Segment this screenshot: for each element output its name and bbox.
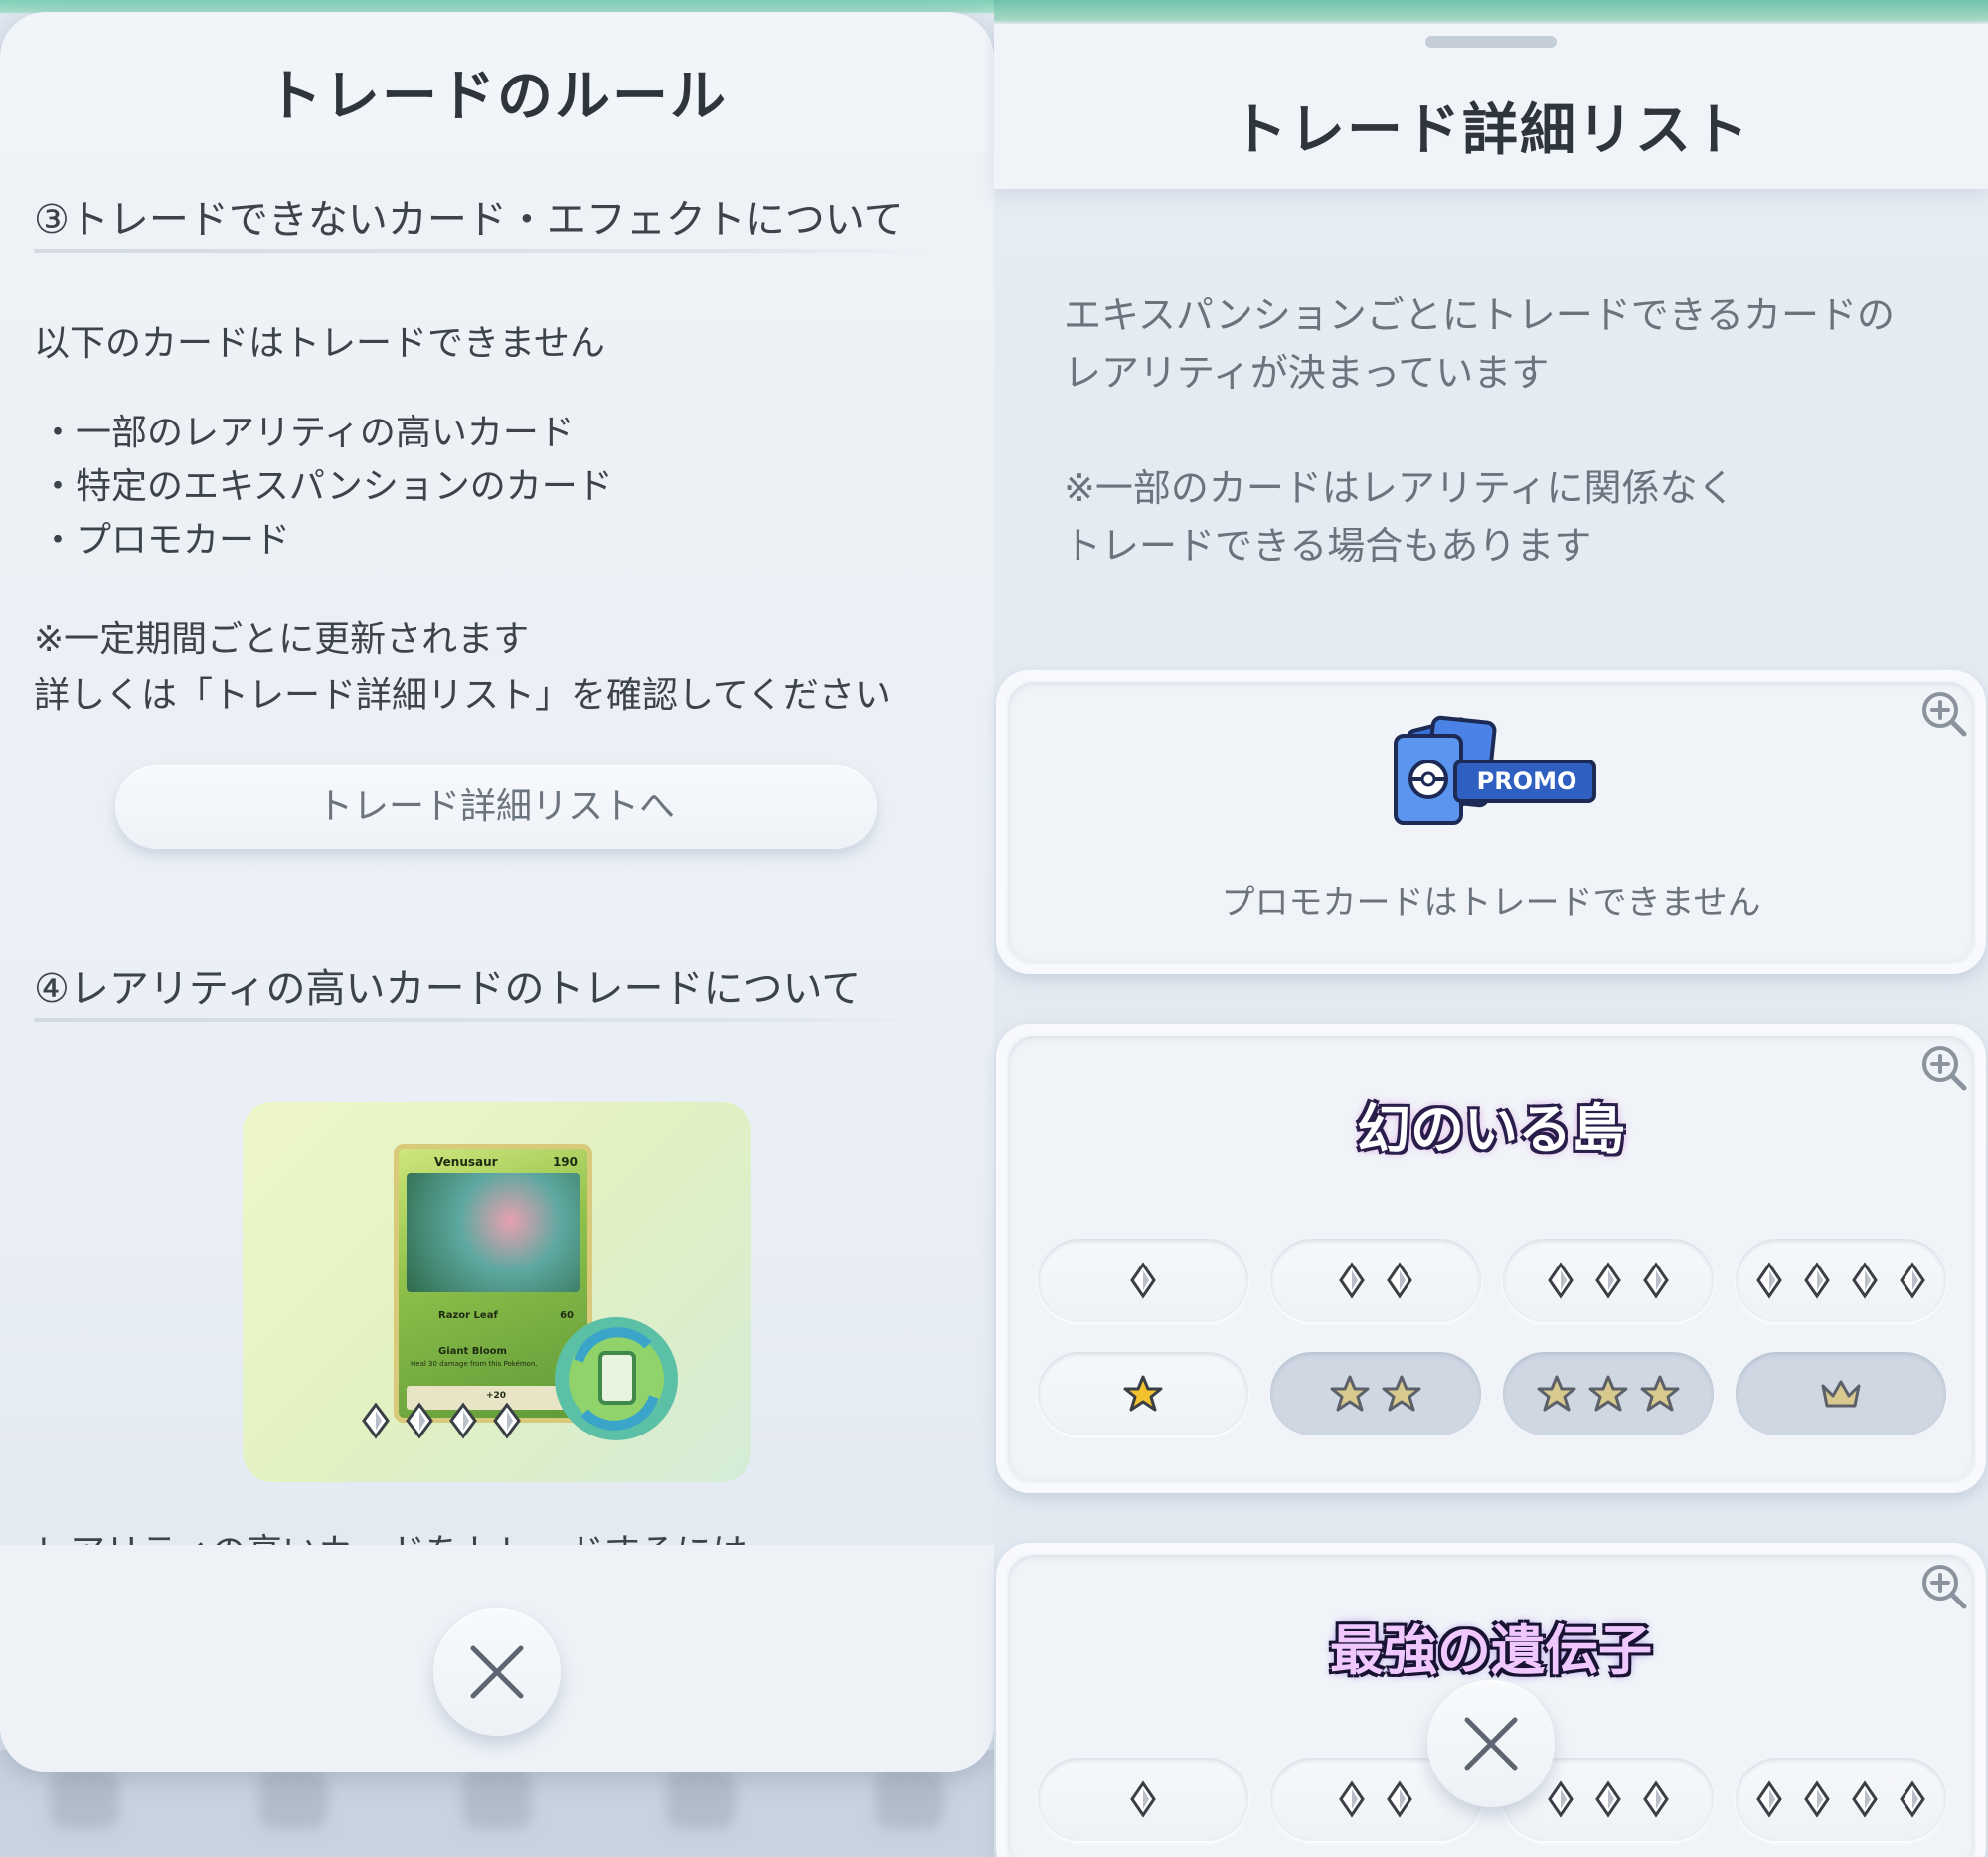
bullet-item: ・一部のレアリティの高いカード — [40, 413, 575, 453]
four-diamond-rarity — [354, 1401, 533, 1444]
card-bottom-damage: +20 — [486, 1391, 507, 1401]
diamond-icon — [1130, 1262, 1156, 1299]
intro-text: 以下のカードはトレードできません — [34, 323, 605, 364]
diamond-icon — [1339, 1262, 1412, 1299]
section-divider — [34, 249, 928, 253]
rare-card-illustration: Venusaur 190 Razor Leaf 60 Giant Bloom H… — [243, 1102, 751, 1482]
promo-caption: プロモカードはトレードできません — [1221, 883, 1761, 923]
rarity-pill-1-diamond[interactable] — [1038, 1239, 1248, 1322]
trade-icon — [555, 1317, 678, 1440]
diamond-icon — [362, 1402, 521, 1439]
blurred-nav-icon — [50, 1770, 119, 1829]
section-body-text: レアリティの高いカードをトレードするには — [34, 1523, 747, 1545]
note-text: ※一定期間ごとに更新されます — [34, 619, 530, 660]
sheet-footer — [0, 1545, 994, 1772]
close-icon — [1464, 1717, 1518, 1771]
expansion-box: 幻のいる島 — [996, 1024, 1986, 1493]
trade-detail-list-button[interactable]: トレード詳細リストへ — [115, 765, 877, 849]
zoom-in-icon[interactable] — [1918, 688, 1970, 740]
diamond-icon — [1548, 1780, 1669, 1818]
close-button[interactable] — [433, 1608, 561, 1736]
card-move: Giant Bloom — [438, 1346, 507, 1357]
page-title: トレードのルール — [266, 65, 728, 129]
trade-rules-sheet: トレードのルール ③トレードできないカード・エフェクトについて 以下のカードはト… — [0, 12, 994, 1772]
crown-icon — [1821, 1380, 1861, 1408]
close-button[interactable] — [1427, 1680, 1555, 1807]
note-text: 詳しくは「トレード詳細リスト」を確認してください — [34, 675, 891, 716]
diamond-icon — [1339, 1780, 1412, 1818]
card-move-description: Heal 30 damage from this Pokémon. — [411, 1360, 538, 1368]
section-title: ③トレードできないカード・エフェクトについて — [34, 197, 904, 243]
blurred-nav-icon — [462, 1770, 532, 1829]
section-title: ④レアリティの高いカードのトレードについて — [34, 966, 862, 1012]
rarity-pill-4-diamond[interactable] — [1736, 1239, 1946, 1322]
card-name: Venusaur — [434, 1155, 498, 1169]
bullet-item: ・特定のエキスパンションのカード — [40, 466, 613, 507]
promo-badge-label: PROMO — [1476, 767, 1577, 795]
rules-scroll-area[interactable]: ③トレードできないカード・エフェクトについて 以下のカードはトレードできません … — [0, 153, 994, 1545]
card-hp: 190 — [552, 1155, 578, 1169]
star-icon — [1123, 1375, 1163, 1412]
card-move: Razor Leaf — [438, 1310, 498, 1321]
drag-handle[interactable] — [1425, 36, 1557, 48]
card-artwork — [407, 1173, 580, 1292]
description-text: レアリティが決まっています — [1064, 351, 1550, 395]
description-text: エキスパンションごとにトレードできるカードの — [1064, 293, 1896, 337]
diamond-icon — [1756, 1262, 1925, 1299]
section-divider — [34, 1018, 928, 1022]
note-text: トレードできる場合もあります — [1064, 524, 1592, 568]
rarity-pill-4-diamond[interactable] — [1736, 1758, 1946, 1841]
expansion-logo: 最強の遺伝子 — [1330, 1619, 1652, 1682]
diamond-icon — [1756, 1780, 1925, 1818]
page-title: トレード詳細リスト — [1232, 98, 1750, 163]
star-icon — [1537, 1375, 1680, 1412]
rarity-pill-2-star-disabled[interactable] — [1270, 1352, 1481, 1435]
zoom-in-icon[interactable] — [1918, 1561, 1970, 1612]
diamond-icon — [1130, 1780, 1156, 1818]
rarity-pill-3-star-disabled[interactable] — [1503, 1352, 1714, 1435]
expansion-logo: 幻のいる島 — [1357, 1098, 1625, 1161]
rarity-pill-3-diamond[interactable] — [1503, 1239, 1714, 1322]
diamond-icon — [1548, 1262, 1669, 1299]
promo-expansion-box: PROMO プロモカードはトレードできません — [996, 670, 1986, 974]
blurred-nav-icon — [875, 1770, 944, 1829]
note-text: ※一部のカードはレアリティに関係なく — [1064, 466, 1736, 510]
close-icon — [470, 1645, 524, 1699]
rarity-pill-1-star[interactable] — [1038, 1352, 1248, 1435]
rarity-pill-crown-disabled[interactable] — [1736, 1352, 1946, 1435]
star-icon — [1330, 1375, 1421, 1412]
rarity-pill-1-diamond[interactable] — [1038, 1758, 1248, 1841]
rarity-pill-2-diamond[interactable] — [1270, 1239, 1481, 1322]
bullet-item: ・プロモカード — [40, 520, 291, 561]
promo-logo: PROMO — [1386, 710, 1598, 829]
blurred-nav-icon — [666, 1770, 736, 1829]
blurred-nav-icon — [258, 1770, 328, 1829]
